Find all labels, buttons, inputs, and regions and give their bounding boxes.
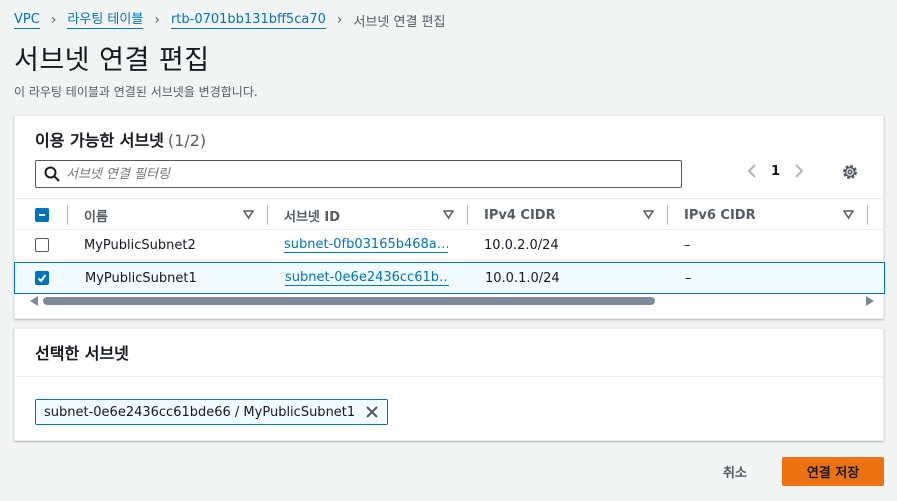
subnet-id-link[interactable]: subnet-0fb03165b468a… xyxy=(284,237,448,253)
horizontal-scrollbar[interactable] xyxy=(15,294,885,308)
column-header-ipv4-cidr[interactable]: IPv4 CIDR xyxy=(484,199,556,231)
subnet-filter-input[interactable] xyxy=(66,166,656,182)
selected-subnet-token: subnet-0e6e2436cc61bde66 / MyPublicSubne… xyxy=(35,399,389,425)
sort-caret-down-icon[interactable] xyxy=(443,210,454,220)
available-subnets-heading: 이용 가능한 서브넷 (1/2) xyxy=(35,127,206,151)
chevron-left-icon[interactable] xyxy=(747,163,757,179)
breadcrumb-route-tables[interactable]: 라우팅 테이블 xyxy=(67,12,144,29)
table-row[interactable]: MyPublicSubnet2 subnet-0fb03165b468a… 10… xyxy=(15,230,885,261)
breadcrumb-route-table-id[interactable]: rtb-0701bb131bff5ca70 xyxy=(170,12,326,29)
current-page-number[interactable]: 1 xyxy=(771,164,780,179)
divider xyxy=(15,376,883,377)
sort-caret-down-icon[interactable] xyxy=(643,210,654,220)
chevron-right-icon[interactable] xyxy=(794,163,804,179)
scroll-right-arrow-icon[interactable] xyxy=(865,295,875,307)
minus-icon xyxy=(39,214,45,216)
subnet-name: MyPublicSubnet2 xyxy=(84,237,196,253)
selected-subnets-title: 선택한 서브넷 xyxy=(35,344,129,363)
column-header-ipv6-cidr[interactable]: IPv6 CIDR xyxy=(684,199,756,231)
breadcrumb-current: 서브넷 연결 편집 xyxy=(353,14,446,30)
ipv4-cidr: 10.0.2.0/24 xyxy=(484,237,559,253)
save-association-button[interactable]: 연결 저장 xyxy=(782,457,884,486)
row-checkbox[interactable] xyxy=(35,271,49,285)
breadcrumb-vpc[interactable]: VPC xyxy=(14,12,40,29)
close-icon[interactable] xyxy=(365,405,379,419)
ipv6-cidr: – xyxy=(684,237,691,253)
ipv6-cidr: – xyxy=(685,270,692,286)
subnet-id-link[interactable]: subnet-0e6e2436cc61b… xyxy=(285,270,449,286)
cancel-button[interactable]: 취소 xyxy=(723,462,747,481)
column-separator xyxy=(867,205,868,225)
ipv4-cidr: 10.0.1.0/24 xyxy=(485,270,560,286)
breadcrumb-separator-icon: › xyxy=(50,12,57,28)
row-checkbox[interactable] xyxy=(35,238,49,252)
column-separator xyxy=(267,205,268,225)
scrollbar-thumb[interactable] xyxy=(43,297,655,305)
select-all-checkbox[interactable] xyxy=(35,208,49,222)
page-title: 서브넷 연결 편집 xyxy=(14,45,210,76)
breadcrumb: VPC › 라우팅 테이블 › rtb-0701bb131bff5ca70 › … xyxy=(14,10,445,30)
column-separator xyxy=(67,205,68,225)
available-subnets-count: (1/2) xyxy=(167,131,207,150)
pagination: 1 xyxy=(747,163,804,179)
table-row[interactable]: MyPublicSubnet1 subnet-0e6e2436cc61b… 10… xyxy=(14,262,885,294)
table-header: 이름 서브넷 ID IPv4 CIDR IPv6 CIDR xyxy=(15,198,885,230)
selected-subnet-label: subnet-0e6e2436cc61bde66 / MyPublicSubne… xyxy=(44,404,356,420)
column-header-subnet-id[interactable]: 서브넷 ID xyxy=(284,199,340,231)
available-subnets-title: 이용 가능한 서브넷 xyxy=(35,131,164,150)
available-subnets-panel: 이용 가능한 서브넷(1/2) 1 이름 서브넷 ID IPv4 CIDR IP… xyxy=(14,115,885,319)
column-separator xyxy=(467,205,468,225)
checkmark-icon xyxy=(37,274,47,283)
page-description: 이 라우팅 테이블과 연결된 서브넷을 변경합니다. xyxy=(14,85,258,99)
selected-subnets-panel: 선택한 서브넷 subnet-0e6e2436cc61bde66 / MyPub… xyxy=(14,328,884,441)
gear-icon[interactable] xyxy=(841,163,859,181)
sort-caret-down-icon[interactable] xyxy=(843,210,854,220)
scroll-left-arrow-icon[interactable] xyxy=(29,295,39,307)
breadcrumb-separator-icon: › xyxy=(154,12,160,28)
breadcrumb-separator-icon: › xyxy=(336,12,343,28)
subnet-name: MyPublicSubnet1 xyxy=(85,270,197,286)
search-icon xyxy=(44,166,60,182)
sort-caret-down-icon[interactable] xyxy=(243,210,254,220)
column-separator xyxy=(667,205,668,225)
subnet-filter-search[interactable] xyxy=(35,160,682,188)
column-header-name[interactable]: 이름 xyxy=(84,199,108,231)
